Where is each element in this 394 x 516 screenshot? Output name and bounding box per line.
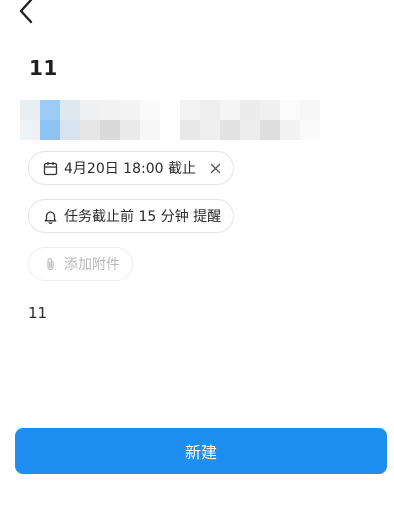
reminder-label: 任务截止前 15 分钟 提醒 — [64, 209, 222, 225]
chevron-left-icon — [19, 0, 33, 24]
task-title[interactable]: 11 — [29, 56, 58, 80]
paperclip-icon — [43, 257, 58, 272]
bell-icon — [43, 209, 58, 224]
create-button[interactable]: 新建 — [15, 428, 387, 474]
due-date-label: 4月20日 18:00 截止 — [64, 161, 196, 177]
add-attachment-label: 添加附件 — [64, 257, 120, 273]
add-attachment-chip[interactable]: 添加附件 — [28, 247, 133, 281]
due-date-chip[interactable]: 4月20日 18:00 截止 — [28, 151, 234, 185]
close-icon[interactable] — [210, 163, 221, 174]
calendar-icon — [43, 161, 58, 176]
task-note[interactable]: 11 — [28, 304, 47, 322]
create-button-label: 新建 — [184, 443, 217, 462]
reminder-chip[interactable]: 任务截止前 15 分钟 提醒 — [28, 199, 235, 233]
new-task-page: 11 4月20日 18:00 截止 任务截止前 15 分钟 提醒 添加附件 11… — [0, 0, 394, 516]
redacted-content — [20, 100, 320, 140]
back-button[interactable] — [12, 0, 40, 26]
